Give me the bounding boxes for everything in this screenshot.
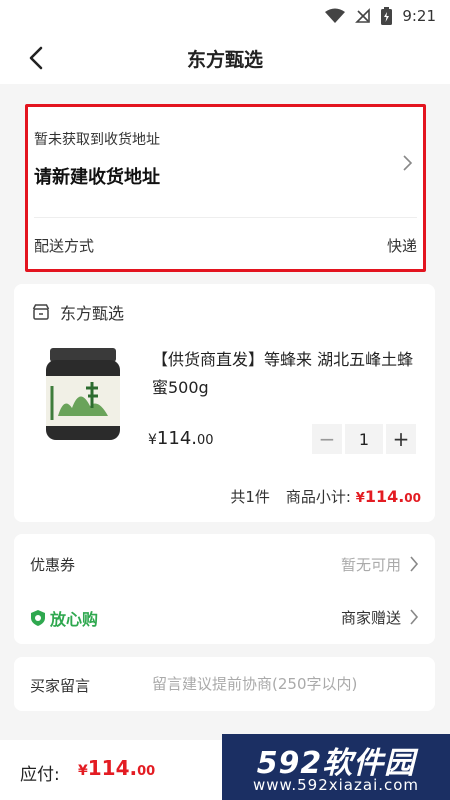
buyer-message-card: 买家留言 bbox=[14, 657, 435, 711]
battery-charging-icon bbox=[381, 7, 393, 25]
subtotal-integer: 114. bbox=[364, 487, 405, 506]
subtotal-amount: ¥114.00 bbox=[355, 487, 421, 506]
benefits-card: 优惠券 暂无可用 放心购 商家赠送 bbox=[14, 534, 435, 644]
price-decimal: 00 bbox=[197, 433, 214, 448]
quantity-stepper: − 1 + bbox=[312, 424, 416, 454]
product-card: 东方甄选 【供货商直发】等蜂来 湖北五峰土蜂蜜500g ¥114.00 − 1 … bbox=[14, 284, 435, 522]
product-price: ¥114.00 bbox=[148, 428, 214, 449]
buyer-message-input[interactable] bbox=[152, 671, 422, 697]
status-bar: 9:21 bbox=[0, 0, 450, 32]
address-hint: 暂未获取到收货地址 bbox=[34, 132, 160, 148]
subtotal-label: 商品小计: bbox=[285, 488, 351, 506]
shop-row[interactable]: 东方甄选 bbox=[32, 300, 124, 324]
address-card[interactable]: 暂未获取到收货地址 请新建收货地址 配送方式 快递 bbox=[25, 104, 426, 272]
pay-currency: ¥ bbox=[78, 763, 88, 779]
status-time: 9:21 bbox=[402, 7, 436, 25]
buyer-message-label: 买家留言 bbox=[30, 677, 91, 695]
coupon-value[interactable]: 暂无可用 bbox=[341, 554, 401, 575]
price-integer: 114. bbox=[156, 428, 197, 449]
pay-decimal: 00 bbox=[137, 764, 156, 779]
shop-name: 东方甄选 bbox=[60, 304, 125, 323]
safe-purchase-value[interactable]: 商家赠送 bbox=[341, 607, 401, 628]
increase-button[interactable]: + bbox=[386, 424, 416, 454]
safe-purchase-label: 放心购 bbox=[30, 606, 98, 630]
subtotal-decimal: 00 bbox=[404, 491, 421, 505]
wifi-icon bbox=[325, 8, 346, 23]
chevron-right-icon bbox=[410, 556, 419, 572]
status-icons: 9:21 bbox=[325, 7, 436, 25]
chevron-right-icon bbox=[410, 609, 419, 625]
signal-off-icon bbox=[355, 8, 371, 23]
page-title: 东方甄选 bbox=[186, 49, 263, 71]
subtotal-row: 共1件 商品小计: ¥114.00 bbox=[230, 486, 421, 507]
decrease-button[interactable]: − bbox=[312, 424, 342, 454]
product-title[interactable]: 【供货商直发】等蜂来 湖北五峰土蜂蜜500g bbox=[152, 346, 422, 402]
watermark-url: www.592xiazai.com bbox=[252, 776, 420, 794]
delivery-method-value[interactable]: 快递 bbox=[387, 235, 417, 256]
pay-amount: ¥114.00 bbox=[78, 756, 155, 780]
subtotal-group: 商品小计: ¥114.00 bbox=[286, 486, 421, 507]
subtotal-currency: ¥ bbox=[355, 491, 365, 506]
chevron-right-icon bbox=[403, 155, 413, 171]
safe-purchase-text: 放心购 bbox=[50, 610, 99, 629]
quantity-value[interactable]: 1 bbox=[345, 424, 383, 454]
delivery-method-label: 配送方式 bbox=[34, 237, 95, 255]
divider bbox=[34, 217, 417, 218]
site-watermark: 592软件园 www.592xiazai.com bbox=[222, 734, 450, 800]
item-count: 共1件 bbox=[230, 488, 270, 506]
nav-bar: 东方甄选 bbox=[0, 32, 450, 84]
shop-icon bbox=[32, 304, 50, 320]
price-currency: ¥ bbox=[148, 432, 157, 448]
shield-icon bbox=[31, 610, 45, 626]
pay-label: 应付: bbox=[20, 765, 60, 785]
new-address-prompt[interactable]: 请新建收货地址 bbox=[34, 163, 160, 189]
honey-jar-image[interactable] bbox=[42, 346, 124, 442]
pay-integer: 114. bbox=[87, 756, 138, 780]
coupon-label: 优惠券 bbox=[30, 556, 76, 574]
